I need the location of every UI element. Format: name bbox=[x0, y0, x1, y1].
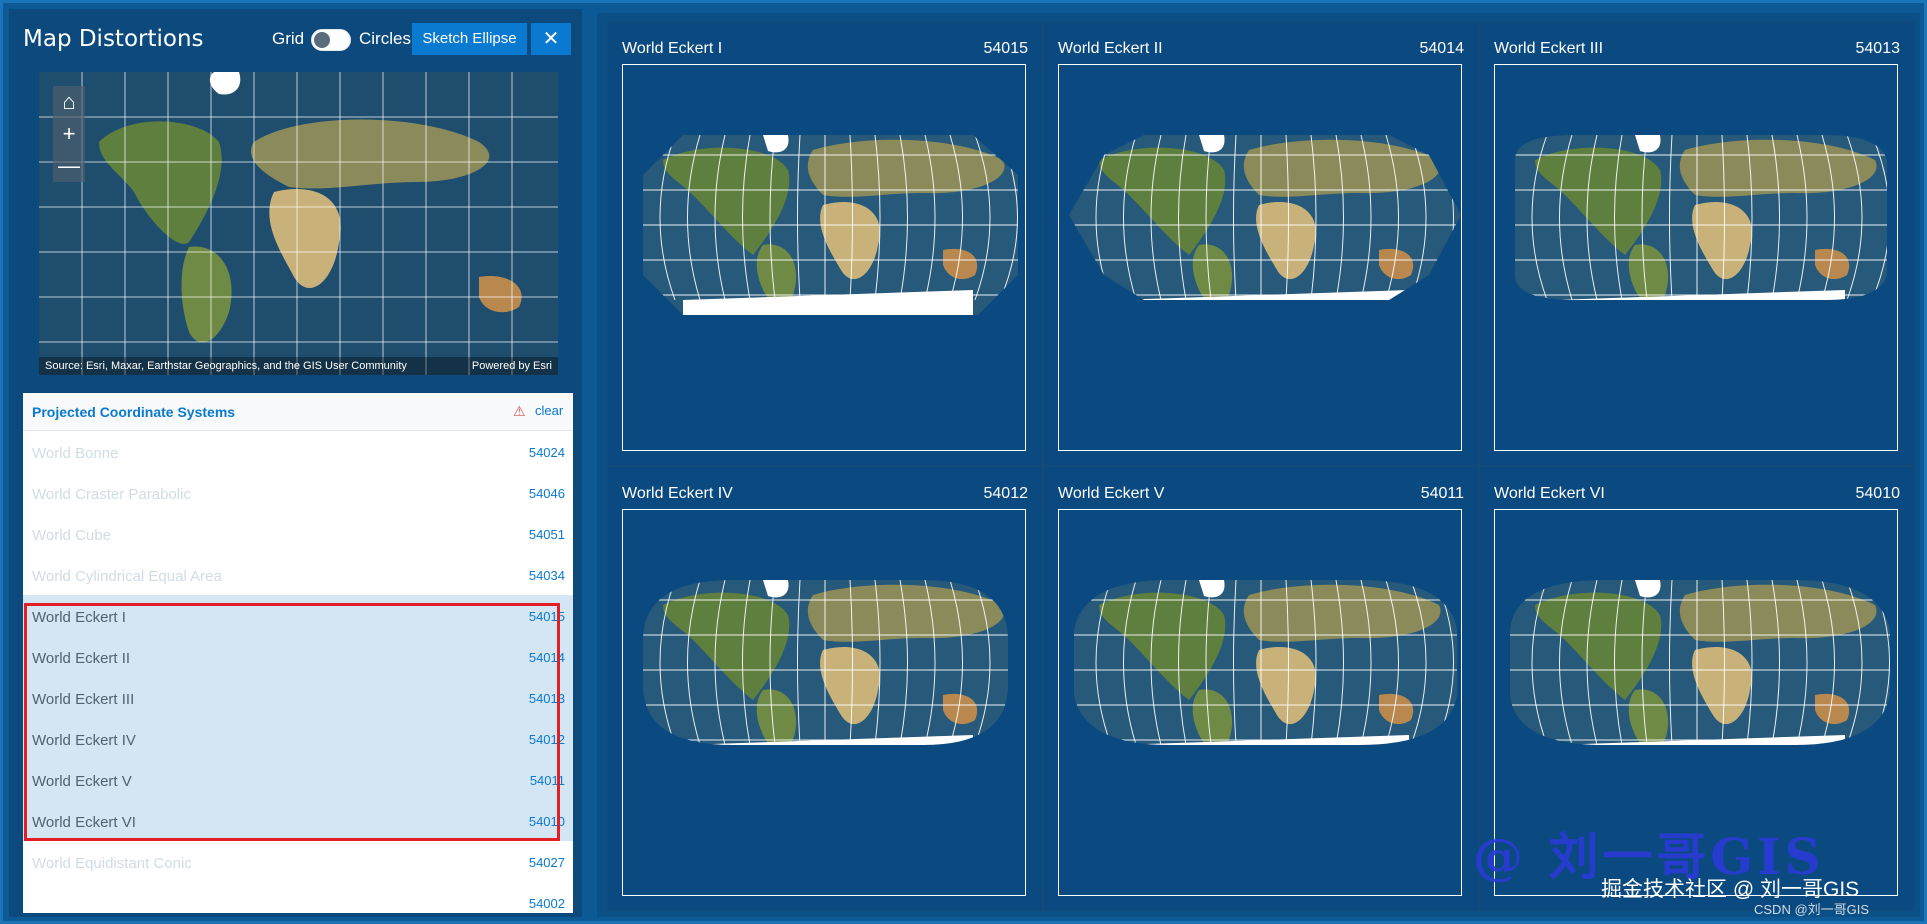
zoom-out-button[interactable]: — bbox=[53, 150, 85, 182]
header: Map Distortions Grid Circles Sketch Elli… bbox=[9, 9, 582, 69]
map-attribution: Source: Esri, Maxar, Earthstar Geographi… bbox=[39, 357, 558, 375]
map-frame[interactable] bbox=[1058, 64, 1462, 451]
map-title: World Eckert III bbox=[1494, 40, 1604, 57]
projection-map-graphic bbox=[1515, 135, 1887, 300]
map-frame[interactable] bbox=[1058, 509, 1462, 896]
list-item[interactable]: World Equidistant Conic 54027 bbox=[23, 841, 573, 882]
clear-link[interactable]: clear bbox=[535, 403, 563, 418]
grid-circles-toggle[interactable] bbox=[311, 29, 351, 51]
page-title: Map Distortions bbox=[23, 26, 204, 52]
map-cell[interactable]: World Eckert III 54013 bbox=[1479, 21, 1915, 466]
list-item-name: World Cube bbox=[32, 527, 111, 544]
list-item-code: 54046 bbox=[528, 486, 565, 501]
map-cell[interactable]: World Eckert II 54014 bbox=[1043, 21, 1479, 466]
selection-highlight-box bbox=[24, 603, 560, 841]
list-item-code: 54051 bbox=[528, 527, 565, 542]
attribution-text: Source: Esri, Maxar, Earthstar Geographi… bbox=[45, 360, 407, 372]
overview-map-graphic bbox=[39, 72, 558, 375]
grid-label: Grid bbox=[272, 29, 305, 48]
list-item-name: World Bonne bbox=[32, 445, 119, 462]
projection-map-graphic bbox=[643, 135, 1018, 315]
projection-map-graphic bbox=[1074, 580, 1457, 745]
map-code: 54011 bbox=[1420, 485, 1464, 502]
projection-map-graphic bbox=[643, 580, 1008, 745]
map-frame[interactable] bbox=[1494, 64, 1898, 451]
overview-map[interactable]: ⌂ + — Source: Esri, Maxar, Earthstar Geo… bbox=[39, 72, 558, 375]
circles-label: Circles bbox=[359, 29, 411, 48]
projection-map-graphic bbox=[1069, 135, 1461, 300]
map-code: 54014 bbox=[1419, 40, 1465, 57]
list-title: Projected Coordinate Systems bbox=[32, 404, 236, 420]
toggle-knob[interactable] bbox=[314, 32, 330, 48]
map-code: 54013 bbox=[1855, 40, 1901, 57]
list-item-name: World Craster Parabolic bbox=[32, 486, 191, 503]
list-item[interactable]: World Cylindrical Equal Area 54034 bbox=[23, 554, 573, 595]
list-item[interactable]: 54002 bbox=[23, 882, 573, 913]
list-item-code: 54027 bbox=[528, 855, 565, 870]
map-title: World Eckert V bbox=[1058, 485, 1165, 502]
list-item-name: World Cylindrical Equal Area bbox=[32, 568, 222, 585]
map-cell[interactable]: World Eckert V 54011 bbox=[1043, 466, 1479, 911]
watermark-credit: CSDN @刘一哥GIS bbox=[1754, 902, 1870, 917]
home-icon[interactable]: ⌂ bbox=[53, 86, 85, 118]
map-code: 54012 bbox=[983, 485, 1029, 502]
map-cell[interactable]: World Eckert IV 54012 bbox=[607, 466, 1043, 911]
list-header: Projected Coordinate Systems ⚠ clear bbox=[23, 393, 573, 431]
list-item-code: 54034 bbox=[528, 568, 565, 583]
sketch-ellipse-button[interactable]: Sketch Ellipse bbox=[412, 23, 527, 55]
map-cell[interactable]: World Eckert I 54015 bbox=[607, 21, 1043, 466]
map-code: 54015 bbox=[983, 40, 1029, 57]
map-title: World Eckert I bbox=[622, 40, 723, 57]
close-button[interactable]: ✕ bbox=[531, 23, 571, 55]
map-title: World Eckert IV bbox=[622, 485, 733, 502]
map-nav-controls: ⌂ + — bbox=[53, 86, 85, 182]
map-frame[interactable] bbox=[622, 64, 1026, 451]
zoom-in-button[interactable]: + bbox=[53, 118, 85, 150]
map-title: World Eckert VI bbox=[1494, 485, 1605, 502]
list-item-name: World Equidistant Conic bbox=[32, 855, 192, 872]
warning-icon: ⚠ bbox=[513, 403, 526, 419]
list-item[interactable]: World Bonne 54024 bbox=[23, 431, 573, 472]
list-item-code: 54002 bbox=[528, 896, 565, 911]
maps-grid: World Eckert I 54015 World Eckert II 54014 bbox=[597, 13, 1920, 917]
list-item[interactable]: World Craster Parabolic 54046 bbox=[23, 472, 573, 513]
map-frame[interactable] bbox=[622, 509, 1026, 896]
list-item-code: 54024 bbox=[528, 445, 565, 460]
list-item[interactable]: World Cube 54051 bbox=[23, 513, 573, 554]
app-window: Map Distortions Grid Circles Sketch Elli… bbox=[0, 0, 1927, 924]
powered-by-esri[interactable]: Powered by Esri bbox=[472, 357, 552, 375]
map-code: 54010 bbox=[1855, 485, 1901, 502]
map-title: World Eckert II bbox=[1058, 40, 1163, 57]
